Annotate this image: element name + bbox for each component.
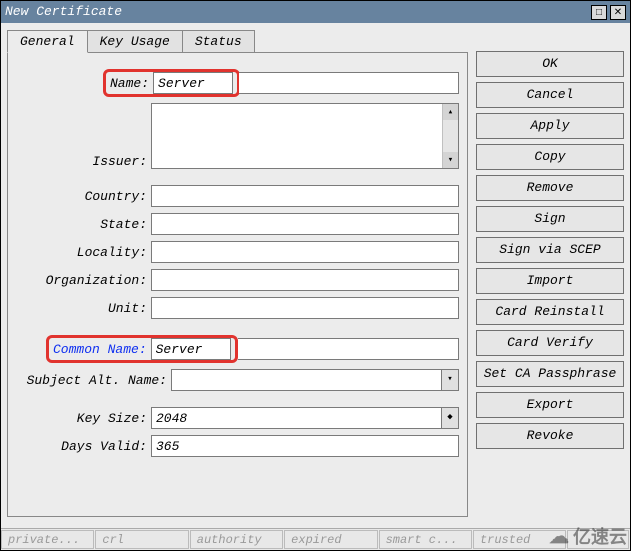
issuer-scrollbar[interactable]: ▴ ▾ xyxy=(442,104,458,168)
issuer-label: Issuer: xyxy=(16,154,151,169)
locality-input[interactable] xyxy=(151,241,459,263)
chevron-down-icon: ▾ xyxy=(447,374,452,384)
name-input-ext[interactable] xyxy=(239,72,459,94)
set-ca-passphrase-button[interactable]: Set CA Passphrase xyxy=(476,361,624,387)
statusbar: private... crl authority expired smart c… xyxy=(1,528,630,550)
row-days-valid: Days Valid: xyxy=(16,435,459,457)
key-size-combo: ◆ xyxy=(151,407,459,429)
days-valid-input[interactable] xyxy=(151,435,459,457)
state-label: State: xyxy=(16,217,151,232)
main-area: General Key Usage Status Name: Issuer: xyxy=(1,23,630,528)
maximize-button[interactable]: □ xyxy=(591,5,607,20)
country-input[interactable] xyxy=(151,185,459,207)
tab-general[interactable]: General xyxy=(7,30,88,53)
watermark-text: 亿速云 xyxy=(573,523,627,549)
san-combo: ▾ xyxy=(171,369,459,391)
tab-general-body: Name: Issuer: ▴ ▾ xyxy=(7,52,468,517)
status-smartcard[interactable]: smart c... xyxy=(379,530,472,549)
key-size-input[interactable] xyxy=(151,407,441,429)
issuer-box: ▴ ▾ xyxy=(151,103,459,169)
window-title: New Certificate xyxy=(5,1,122,23)
state-input[interactable] xyxy=(151,213,459,235)
close-button[interactable]: ✕ xyxy=(610,5,626,20)
export-button[interactable]: Export xyxy=(476,392,624,418)
status-private[interactable]: private... xyxy=(1,530,94,549)
row-organization: Organization: xyxy=(16,269,459,291)
common-name-input[interactable] xyxy=(151,338,231,360)
san-input[interactable] xyxy=(171,369,441,391)
sign-button[interactable]: Sign xyxy=(476,206,624,232)
window: New Certificate □ ✕ General Key Usage St… xyxy=(0,0,631,551)
row-name: Name: xyxy=(16,69,459,97)
watermark: ☁ 亿速云 xyxy=(549,523,627,549)
cancel-button[interactable]: Cancel xyxy=(476,82,624,108)
organization-label: Organization: xyxy=(16,273,151,288)
ok-button[interactable]: OK xyxy=(476,51,624,77)
revoke-button[interactable]: Revoke xyxy=(476,423,624,449)
scroll-up-icon[interactable]: ▴ xyxy=(443,104,458,120)
row-common-name: Common Name: xyxy=(16,335,459,363)
organization-input[interactable] xyxy=(151,269,459,291)
country-label: Country: xyxy=(16,189,151,204)
titlebar[interactable]: New Certificate □ ✕ xyxy=(1,1,630,23)
unit-input[interactable] xyxy=(151,297,459,319)
copy-button[interactable]: Copy xyxy=(476,144,624,170)
common-name-label: Common Name: xyxy=(49,342,151,357)
row-locality: Locality: xyxy=(16,241,459,263)
san-label: Subject Alt. Name: xyxy=(16,373,171,388)
row-issuer: Issuer: ▴ ▾ xyxy=(16,103,459,169)
row-unit: Unit: xyxy=(16,297,459,319)
title-buttons: □ ✕ xyxy=(591,5,626,20)
button-column: OK Cancel Apply Copy Remove Sign Sign vi… xyxy=(476,29,624,526)
tab-status[interactable]: Status xyxy=(182,30,255,53)
common-name-input-ext[interactable] xyxy=(238,338,459,360)
apply-button[interactable]: Apply xyxy=(476,113,624,139)
highlight-common-name: Common Name: xyxy=(46,335,238,363)
sign-scep-button[interactable]: Sign via SCEP xyxy=(476,237,624,263)
row-san: Subject Alt. Name: ▾ xyxy=(16,369,459,391)
key-size-dropdown-button[interactable]: ◆ xyxy=(441,407,459,429)
highlight-name: Name: xyxy=(103,69,240,97)
card-verify-button[interactable]: Card Verify xyxy=(476,330,624,356)
remove-button[interactable]: Remove xyxy=(476,175,624,201)
issuer-textarea[interactable] xyxy=(151,103,459,169)
days-valid-label: Days Valid: xyxy=(16,439,151,454)
key-size-label: Key Size: xyxy=(16,411,151,426)
san-dropdown-button[interactable]: ▾ xyxy=(441,369,459,391)
cloud-icon: ☁ xyxy=(549,524,569,549)
row-state: State: xyxy=(16,213,459,235)
import-button[interactable]: Import xyxy=(476,268,624,294)
status-crl[interactable]: crl xyxy=(95,530,188,549)
status-expired[interactable]: expired xyxy=(284,530,377,549)
locality-label: Locality: xyxy=(16,245,151,260)
card-reinstall-button[interactable]: Card Reinstall xyxy=(476,299,624,325)
name-label: Name: xyxy=(106,76,153,91)
tab-key-usage[interactable]: Key Usage xyxy=(87,30,183,53)
name-input[interactable] xyxy=(153,72,233,94)
scroll-down-icon[interactable]: ▾ xyxy=(443,152,458,168)
row-country: Country: xyxy=(16,185,459,207)
chevron-down-icon: ◆ xyxy=(447,412,452,422)
status-authority[interactable]: authority xyxy=(190,530,283,549)
unit-label: Unit: xyxy=(16,301,151,316)
row-key-size: Key Size: ◆ xyxy=(16,407,459,429)
tabs-area: General Key Usage Status Name: Issuer: xyxy=(7,29,468,526)
tab-row: General Key Usage Status xyxy=(7,29,468,52)
